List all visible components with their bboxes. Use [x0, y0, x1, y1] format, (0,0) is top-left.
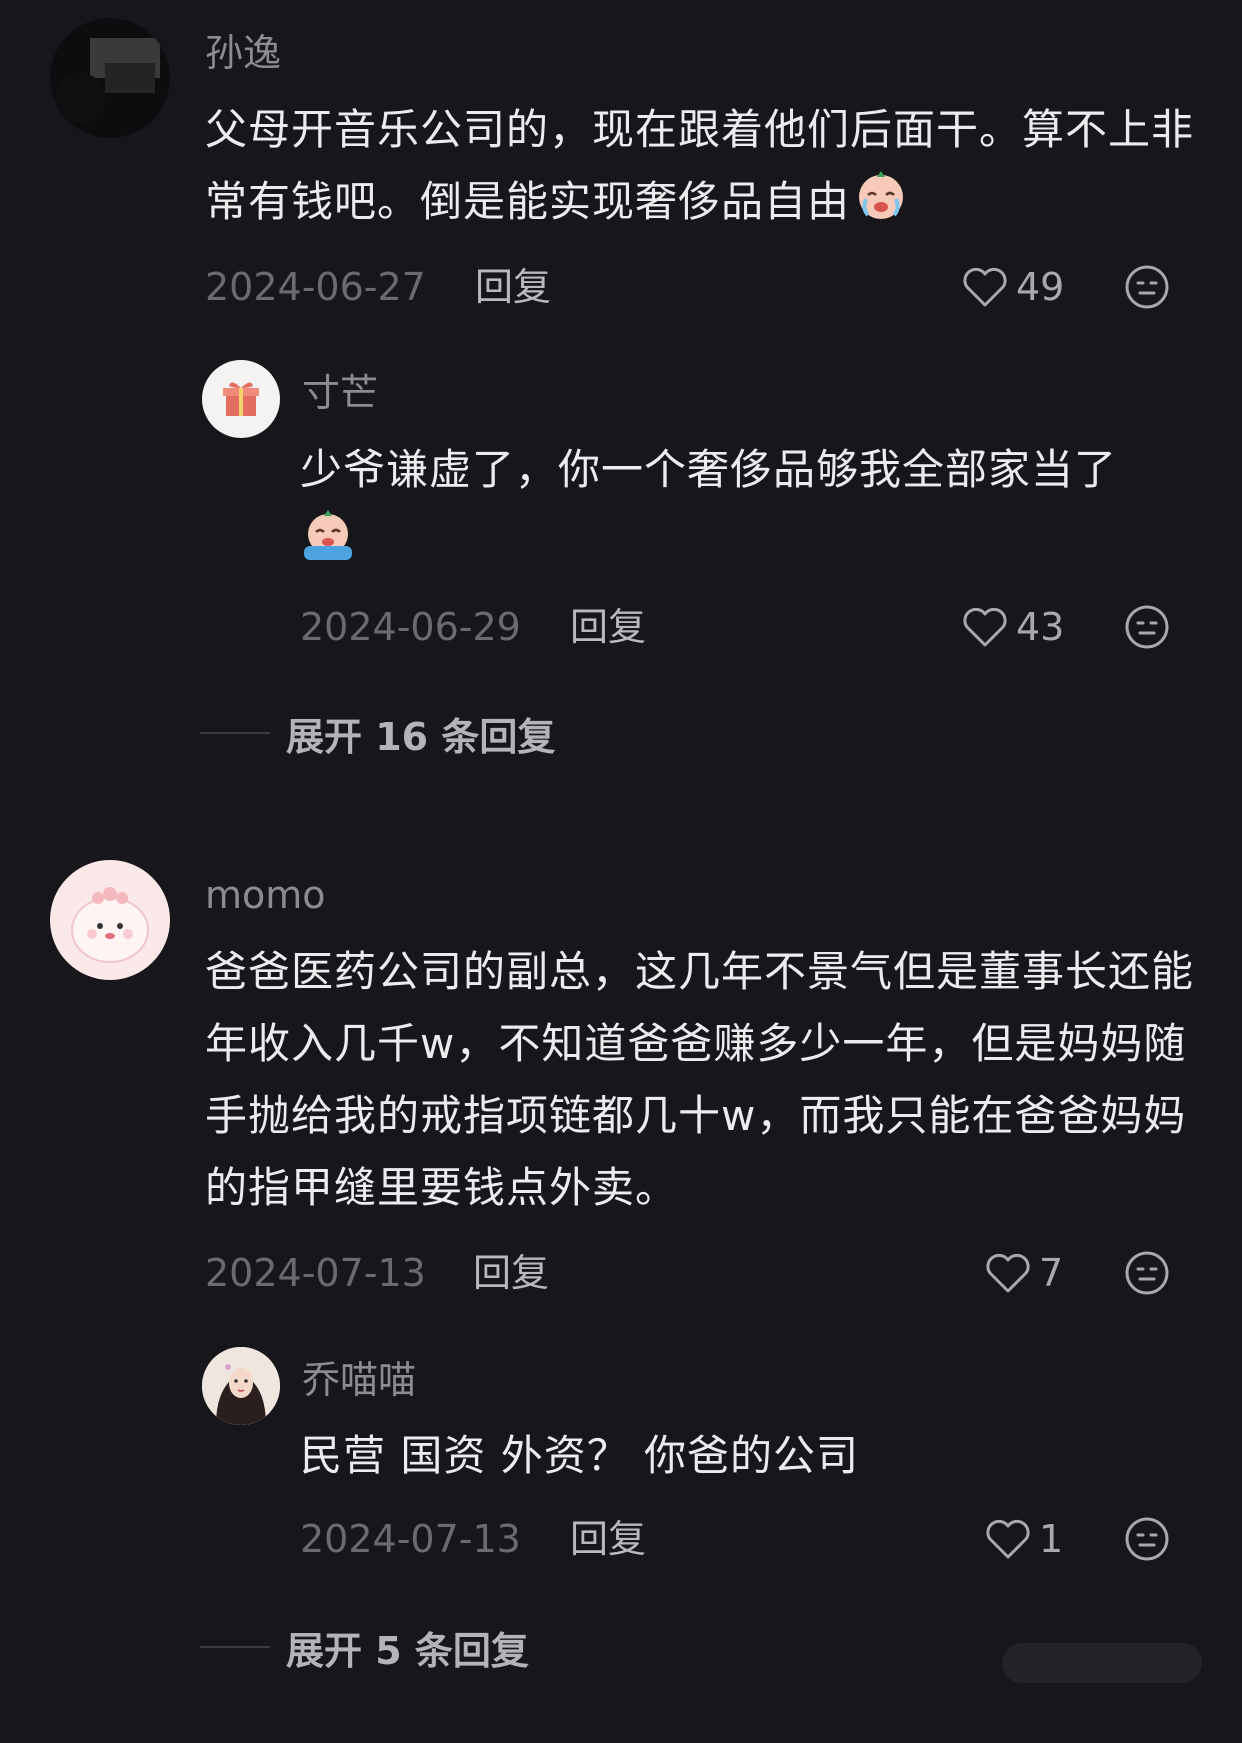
gift-icon: [223, 382, 259, 416]
expand-replies-button[interactable]: 展开 16 条回复: [200, 708, 556, 759]
reply-avatar[interactable]: [202, 1347, 280, 1425]
divider-line: [200, 732, 270, 734]
divider-line: [200, 1646, 270, 1648]
reply-button[interactable]: 回复: [570, 602, 646, 652]
heart-outline-icon: [963, 267, 1007, 307]
comment-date: 2024-07-13: [205, 1251, 426, 1295]
like-count: 1: [1039, 1517, 1064, 1561]
username[interactable]: 孙逸: [205, 34, 281, 72]
reply-button[interactable]: 回复: [570, 1514, 646, 1564]
reply-meta: 2024-07-13 回复 1: [0, 1514, 1242, 1564]
reply-date: 2024-07-13: [300, 1517, 521, 1561]
like-button[interactable]: 7: [985, 1248, 1063, 1298]
expand-replies-label: 展开 5 条回复: [286, 1628, 529, 1673]
like-count: 7: [1039, 1251, 1064, 1295]
comment-text-content: 父母开音乐公司的，现在跟着他们后面干。算不上非常有钱吧。倒是能实现奢侈品自由: [205, 105, 1195, 226]
smiley-face-icon[interactable]: [1124, 1250, 1170, 1296]
like-button[interactable]: 49: [962, 262, 1064, 312]
reply-meta: 2024-06-29 回复 43: [0, 602, 1242, 652]
heart-outline-icon: [963, 607, 1007, 647]
reply-username[interactable]: 寸芒: [302, 374, 378, 412]
like-count: 43: [1016, 605, 1065, 649]
heart-outline-icon: [986, 1253, 1030, 1293]
comment-meta: 2024-07-13 回复 7: [0, 1248, 1242, 1298]
expand-replies-label: 展开 16 条回复: [286, 714, 556, 759]
username[interactable]: momo: [205, 876, 326, 914]
avatar[interactable]: [50, 18, 170, 138]
crying-face-emoji: [300, 506, 356, 584]
like-button[interactable]: 43: [962, 602, 1064, 652]
expand-replies-button[interactable]: 展开 5 条回复: [200, 1622, 529, 1673]
watermark: [1002, 1643, 1202, 1683]
reply-text-content: 少爷谦虚了，你一个奢侈品够我全部家当了: [300, 445, 1118, 494]
reply-avatar[interactable]: [202, 360, 280, 438]
reply-text: 少爷谦虚了，你一个奢侈品够我全部家当了: [300, 434, 1200, 584]
comment-date: 2024-06-27: [205, 265, 426, 309]
smiley-face-icon[interactable]: [1124, 264, 1170, 310]
smiley-face-icon[interactable]: [1124, 604, 1170, 650]
reply-text-content: 民营 国资 外资？ 你爸的公司: [300, 1431, 860, 1480]
reply-date: 2024-06-29: [300, 605, 521, 649]
crying-face-emoji: [854, 167, 908, 243]
reply-button[interactable]: 回复: [475, 262, 551, 312]
smiley-face-icon[interactable]: [1124, 1516, 1170, 1562]
comment-text: 爸爸医药公司的副总，这几年不景气但是董事长还能年收入几千w，不知道爸爸赚多少一年…: [205, 936, 1205, 1224]
like-button[interactable]: 1: [985, 1514, 1063, 1564]
comment-text-content: 爸爸医药公司的副总，这几年不景气但是董事长还能年收入几千w，不知道爸爸赚多少一年…: [205, 947, 1195, 1212]
like-count: 49: [1016, 265, 1065, 309]
reply-text: 民营 国资 外资？ 你爸的公司: [300, 1420, 1200, 1492]
heart-outline-icon: [986, 1519, 1030, 1559]
reply-button[interactable]: 回复: [473, 1248, 549, 1298]
reply-username[interactable]: 乔喵喵: [302, 1361, 416, 1399]
avatar[interactable]: [50, 860, 170, 980]
comment-meta: 2024-06-27 回复 49: [0, 262, 1242, 312]
comment-text: 父母开音乐公司的，现在跟着他们后面干。算不上非常有钱吧。倒是能实现奢侈品自由: [205, 94, 1195, 243]
